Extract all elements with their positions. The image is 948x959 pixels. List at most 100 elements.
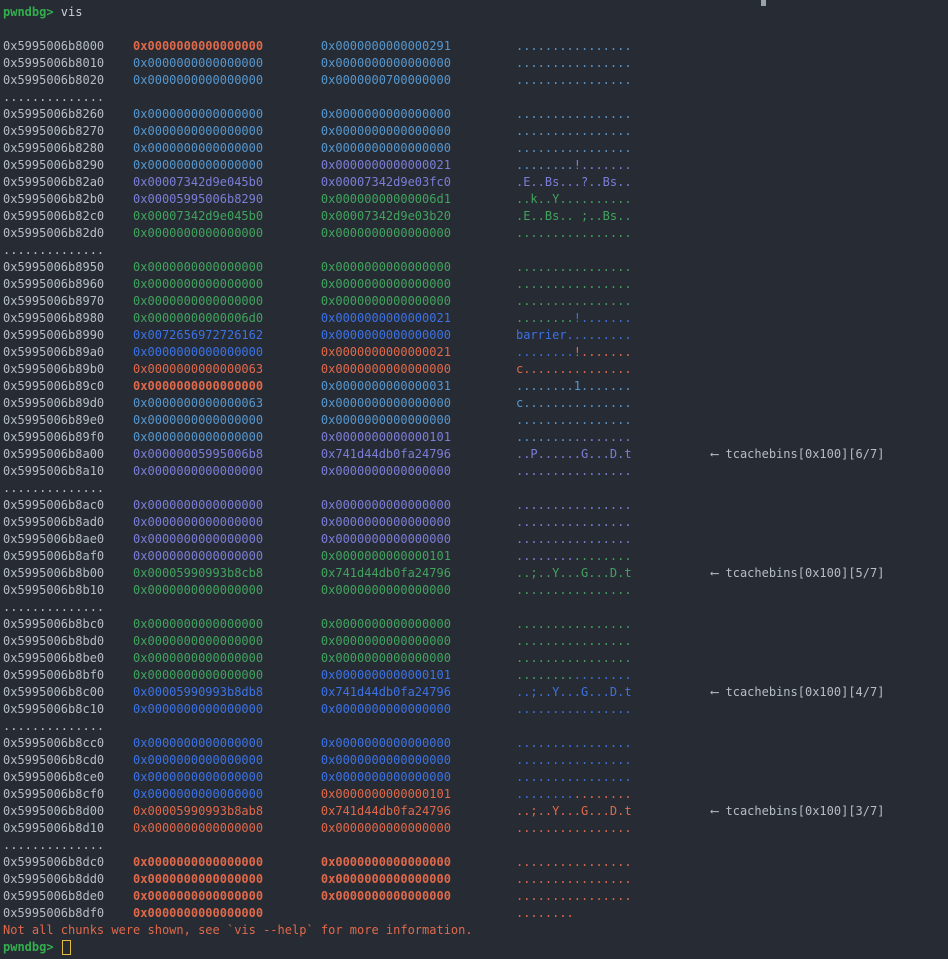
hex-value: 0x0000000000000000 [321,464,516,478]
hex-value: 0x0000000000000000 [133,277,321,291]
ascii-column: ................ [516,583,632,597]
ascii-column: ................ [516,889,632,903]
memory-row: 0x5995006b8010 0x0000000000000000 0x0000… [3,55,948,72]
hex-value: 0x0000000000000000 [133,56,321,70]
memory-row: 0x5995006b8b10 0x0000000000000000 0x0000… [3,582,948,599]
separator-dots: .............. [3,838,104,852]
ascii-column: ........ [516,787,574,801]
hex-value: 0x0000000000000000 [321,736,516,750]
hex-value: 0x741d44db0fa24796 [321,685,516,699]
address: 0x5995006b8c00 [3,685,133,699]
address: 0x5995006b8bc0 [3,617,133,631]
hex-value: 0x0000000000000000 [321,226,516,240]
hex-value: 0x0000000000000000 [133,413,321,427]
hex-value: 0x741d44db0fa24796 [321,566,516,580]
hex-value: 0x00000000000006d0 [133,311,321,325]
ascii-column: ........ [574,549,632,563]
hex-value: 0x0000000000000000 [321,56,516,70]
memory-row: 0x5995006b8cf0 0x0000000000000000 0x0000… [3,786,948,803]
ascii-column: ..k..Y.......... [516,192,632,206]
hex-value: 0x0000000700000000 [321,73,516,87]
memory-row: 0x5995006b8ad0 0x0000000000000000 0x0000… [3,514,948,531]
ascii-column: ........ [516,668,574,682]
memory-row: 0x5995006b8990 0x0072656972726162 0x0000… [3,327,948,344]
memory-row: 0x5995006b8df0 0x0000000000000000 ......… [3,905,948,922]
bin-annotation: ⟵ tcachebins[0x100][4/7] [711,685,884,699]
ascii-column: ..;..Y...G...D.t [516,804,632,818]
hex-value: 0x0000000000000000 [133,872,321,886]
hex-value: 0x0000000000000000 [321,277,516,291]
ascii-column: ................ [516,736,632,750]
address: 0x5995006b89f0 [3,430,133,444]
hex-value: 0x0000000000000000 [133,124,321,138]
address: 0x5995006b8d00 [3,804,133,818]
hex-value: 0x0000000000000000 [321,515,516,529]
hex-value: 0x00007342d9e045b0 [133,209,321,223]
hex-value: 0x0000000000000021 [321,345,516,359]
address: 0x5995006b8950 [3,260,133,274]
hex-value: 0x0000000000000021 [321,311,516,325]
hex-value: 0x0000000000000000 [321,702,516,716]
ascii-column: ................ [516,872,632,886]
separator-row: .............. [3,718,948,735]
hex-value: 0x0000000000000000 [133,651,321,665]
hex-value: 0x0000000000000101 [321,430,516,444]
ascii-column: ..;..Y...G...D.t [516,566,632,580]
hex-value: 0x0000000000000000 [133,753,321,767]
memory-row: 0x5995006b8280 0x0000000000000000 0x0000… [3,140,948,157]
ascii-column: .E..Bs.. ;..Bs.. [516,209,632,223]
address: 0x5995006b8be0 [3,651,133,665]
ascii-column: ........1....... [516,379,632,393]
ascii-column: ................ [516,73,632,87]
memory-row: 0x5995006b8960 0x0000000000000000 0x0000… [3,276,948,293]
hex-value: 0x0000000000000000 [321,889,516,903]
memory-row: 0x5995006b89d0 0x0000000000000063 0x0000… [3,395,948,412]
address: 0x5995006b8970 [3,294,133,308]
hex-value-empty [321,906,516,920]
hex-value: 0x0000000000000000 [321,634,516,648]
hex-value: 0x0000000000000000 [133,787,321,801]
ascii-column: ................ [516,277,632,291]
address: 0x5995006b8bd0 [3,634,133,648]
memory-row: 0x5995006b8950 0x0000000000000000 0x0000… [3,259,948,276]
hex-value: 0x0000000000000000 [321,107,516,121]
hex-value: 0x0000000000000000 [133,379,321,393]
hex-value: 0x0000000000000000 [133,141,321,155]
address: 0x5995006b82c0 [3,209,133,223]
hex-value: 0x00005995006b8290 [133,192,321,206]
hex-value: 0x0000000000000101 [321,549,516,563]
memory-row: 0x5995006b82a0 0x00007342d9e045b0 0x0000… [3,174,948,191]
ascii-column: ................ [516,634,632,648]
ascii-column: ........ [574,430,632,444]
ascii-column: barrier......... [516,328,632,342]
memory-row: 0x5995006b8980 0x00000000000006d0 0x0000… [3,310,948,327]
ascii-column: ................ [516,702,632,716]
hex-value: 0x0000000000000000 [321,141,516,155]
address: 0x5995006b8b10 [3,583,133,597]
spacer [632,566,711,580]
memory-row: 0x5995006b8ae0 0x0000000000000000 0x0000… [3,531,948,548]
hex-value: 0x0000000000000000 [321,124,516,138]
hex-value: 0x0000000000000000 [321,413,516,427]
cursor[interactable] [62,940,71,955]
terminal-output[interactable]: pwndbg> vis 0x5995006b8000 0x00000000000… [0,0,948,956]
separator-row: .............. [3,242,948,259]
address: 0x5995006b8000 [3,39,133,53]
memory-row: 0x5995006b89b0 0x0000000000000063 0x0000… [3,361,948,378]
hex-value: 0x741d44db0fa24796 [321,447,516,461]
address: 0x5995006b8ac0 [3,498,133,512]
address: 0x5995006b8de0 [3,889,133,903]
hex-value: 0x00007342d9e03fc0 [321,175,516,189]
ascii-column: ........ [516,345,574,359]
memory-row: 0x5995006b82c0 0x00007342d9e045b0 0x0000… [3,208,948,225]
memory-row: 0x5995006b8a10 0x0000000000000000 0x0000… [3,463,948,480]
hex-value: 0x0000000000000101 [321,787,516,801]
memory-row: 0x5995006b89c0 0x0000000000000000 0x0000… [3,378,948,395]
address: 0x5995006b8ad0 [3,515,133,529]
memory-row: 0x5995006b8020 0x0000000000000000 0x0000… [3,72,948,89]
memory-row: 0x5995006b8970 0x0000000000000000 0x0000… [3,293,948,310]
memory-row: 0x5995006b8dc0 0x0000000000000000 0x0000… [3,854,948,871]
memory-row: 0x5995006b8bf0 0x0000000000000000 0x0000… [3,667,948,684]
memory-row: 0x5995006b8c00 0x00005990993b8db8 0x741d… [3,684,948,701]
hex-value: 0x0000000000000000 [321,617,516,631]
